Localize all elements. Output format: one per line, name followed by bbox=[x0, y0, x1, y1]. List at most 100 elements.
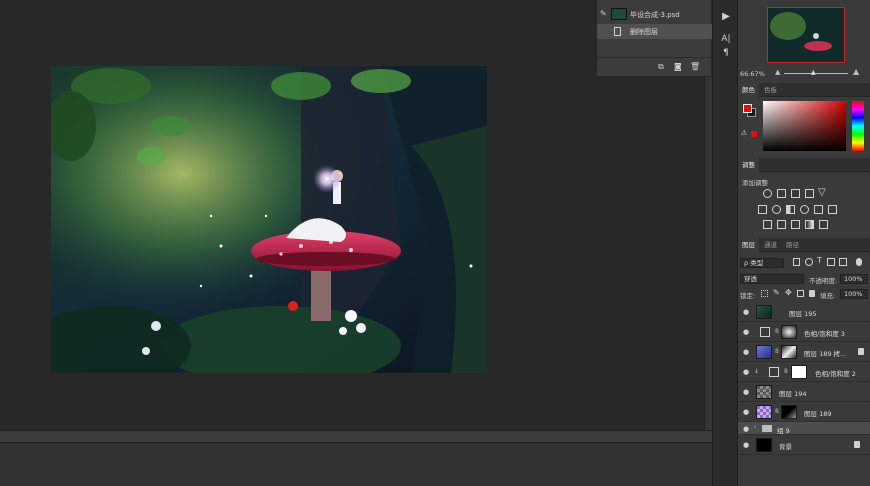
threshold-icon[interactable] bbox=[791, 220, 800, 229]
navigator-preview[interactable] bbox=[767, 7, 845, 63]
foreground-color-swatch[interactable] bbox=[743, 104, 752, 113]
layer-name[interactable]: 色相/饱和度 2 bbox=[815, 368, 856, 378]
filter-smart-object-icon[interactable] bbox=[839, 258, 847, 266]
layer-row[interactable]: ● 图层 195 bbox=[738, 302, 870, 322]
layer-mask-thumbnail bbox=[781, 345, 797, 359]
black-white-icon[interactable] bbox=[786, 205, 795, 214]
color-lookup-icon[interactable] bbox=[828, 205, 837, 214]
history-document-name: 毕设合成-3.psd bbox=[630, 10, 680, 19]
history-state-row[interactable]: 删除图层 bbox=[597, 24, 713, 39]
lock-all-icon[interactable] bbox=[809, 290, 815, 297]
visibility-eye-icon[interactable]: ● bbox=[742, 388, 750, 396]
layer-name[interactable]: 图层 189 拷... bbox=[804, 348, 846, 358]
right-panel-dock: 66.67% ▲ ▲ ▲ 颜色 色板 ⚠ 调整 添加调整 ▽ 图层 通道 路径 … bbox=[738, 0, 870, 486]
visibility-eye-icon[interactable]: ● bbox=[742, 408, 750, 416]
link-icon[interactable]: 8 bbox=[784, 368, 788, 375]
navigator-panel: 66.67% ▲ ▲ ▲ bbox=[738, 0, 870, 80]
paragraph-icon[interactable]: ¶ bbox=[719, 46, 733, 60]
color-balance-icon[interactable] bbox=[772, 205, 781, 214]
navigator-thumbnail bbox=[768, 8, 844, 62]
curves-icon[interactable] bbox=[791, 189, 800, 198]
history-snapshot-row[interactable]: ✎ 毕设合成-3.psd bbox=[597, 7, 713, 22]
tab-swatches[interactable]: 色板 bbox=[760, 83, 781, 97]
link-icon[interactable]: 8 bbox=[775, 408, 779, 415]
tab-layers[interactable]: 图层 bbox=[738, 238, 759, 252]
filter-pixel-icon[interactable] bbox=[793, 258, 800, 266]
fill-input[interactable]: 100% bbox=[840, 289, 868, 299]
document-image[interactable] bbox=[51, 66, 487, 373]
opacity-input[interactable]: 100% bbox=[840, 274, 868, 284]
invert-icon[interactable] bbox=[763, 220, 772, 229]
gradient-map-icon[interactable] bbox=[805, 220, 814, 229]
zoom-slider-track[interactable] bbox=[784, 73, 848, 74]
color-field[interactable] bbox=[763, 101, 846, 151]
filter-shape-icon[interactable] bbox=[827, 258, 835, 266]
layer-thumbnail bbox=[756, 385, 772, 399]
exposure-icon[interactable] bbox=[805, 189, 814, 198]
layer-row[interactable]: ● 图层 194 bbox=[738, 382, 870, 402]
link-icon[interactable]: 8 bbox=[775, 348, 779, 355]
history-panel: ✎ 毕设合成-3.psd 删除图层 ⧉ ◙ 🗑 bbox=[596, 0, 713, 77]
visibility-eye-icon[interactable]: ● bbox=[742, 425, 750, 433]
zoom-slider-thumb[interactable]: ▲ bbox=[811, 69, 816, 76]
filter-toggle-icon[interactable] bbox=[856, 258, 862, 266]
visibility-eye-icon[interactable]: ● bbox=[742, 368, 750, 376]
play-icon[interactable]: ▶ bbox=[719, 10, 733, 24]
layer-name[interactable]: 图层 194 bbox=[779, 388, 806, 398]
lock-label: 锁定: bbox=[740, 292, 756, 300]
tab-adjustments[interactable]: 调整 bbox=[738, 158, 759, 172]
horizontal-scrollbar[interactable] bbox=[0, 430, 712, 442]
zoom-out-icon[interactable]: ▲ bbox=[775, 68, 780, 76]
layer-name[interactable]: 色相/饱和度 3 bbox=[804, 328, 845, 338]
hue-saturation-icon[interactable] bbox=[758, 205, 767, 214]
layer-row[interactable]: ● 8 色相/饱和度 3 bbox=[738, 322, 870, 342]
divider bbox=[597, 57, 713, 58]
expand-chevron-icon[interactable]: › bbox=[754, 424, 756, 431]
visibility-eye-icon[interactable]: ● bbox=[742, 441, 750, 449]
layer-thumbnail bbox=[756, 305, 772, 319]
hue-slider[interactable] bbox=[852, 101, 864, 151]
tab-paths[interactable]: 路径 bbox=[782, 238, 803, 252]
camera-icon[interactable]: ◙ bbox=[674, 62, 682, 71]
tab-channels[interactable]: 通道 bbox=[760, 238, 781, 252]
layer-row[interactable]: ● ↓ 8 色相/饱和度 2 bbox=[738, 362, 870, 382]
layer-row[interactable]: ● 8 图层 189 bbox=[738, 402, 870, 422]
selective-color-icon[interactable] bbox=[819, 220, 828, 229]
channel-mixer-icon[interactable] bbox=[814, 205, 823, 214]
levels-icon[interactable] bbox=[777, 189, 786, 198]
visibility-eye-icon[interactable]: ● bbox=[742, 328, 750, 336]
layer-name[interactable]: 背景 bbox=[779, 441, 792, 451]
lock-artboard-icon[interactable] bbox=[797, 290, 804, 297]
link-icon[interactable]: 8 bbox=[775, 328, 779, 335]
photo-filter-icon[interactable] bbox=[800, 205, 809, 214]
layer-name[interactable]: 组 9 bbox=[777, 425, 790, 435]
panel-toolstrip: ▶ A| ¶ bbox=[712, 0, 738, 486]
lock-transparent-icon[interactable] bbox=[761, 290, 768, 297]
vibrance-icon[interactable]: ▽ bbox=[818, 187, 826, 198]
zoom-value[interactable]: 66.67% bbox=[740, 70, 765, 78]
character-icon[interactable]: A| bbox=[719, 32, 733, 46]
layer-thumbnail bbox=[756, 438, 772, 452]
visibility-eye-icon[interactable]: ● bbox=[742, 348, 750, 356]
layer-mask-thumbnail bbox=[781, 405, 797, 419]
gamut-warning-icon[interactable]: ⚠ bbox=[741, 129, 747, 137]
gamut-color-chip[interactable] bbox=[751, 131, 757, 137]
trash-icon[interactable]: 🗑 bbox=[690, 62, 700, 71]
posterize-icon[interactable] bbox=[777, 220, 786, 229]
filter-type-icon[interactable]: T bbox=[817, 256, 822, 265]
filter-adjustment-icon[interactable] bbox=[805, 258, 813, 266]
layer-filter-select[interactable]: ρ 类型 bbox=[740, 258, 784, 268]
layer-row[interactable]: ● 8 图层 189 拷... bbox=[738, 342, 870, 362]
layer-row[interactable]: ● 背景 bbox=[738, 435, 870, 455]
lock-position-icon[interactable]: ✥ bbox=[785, 288, 792, 297]
tab-color[interactable]: 颜色 bbox=[738, 83, 759, 97]
visibility-eye-icon[interactable]: ● bbox=[742, 308, 750, 316]
layer-name[interactable]: 图层 195 bbox=[789, 308, 816, 318]
layer-row[interactable]: ● › 组 9 bbox=[738, 422, 870, 435]
brightness-icon[interactable] bbox=[763, 189, 772, 198]
lock-image-icon[interactable]: ✎ bbox=[773, 288, 780, 297]
layer-name[interactable]: 图层 189 bbox=[804, 408, 831, 418]
blend-mode-select[interactable]: 穿透 bbox=[740, 274, 804, 284]
zoom-in-icon[interactable]: ▲ bbox=[853, 67, 859, 76]
new-document-from-state-icon[interactable]: ⧉ bbox=[658, 62, 664, 72]
